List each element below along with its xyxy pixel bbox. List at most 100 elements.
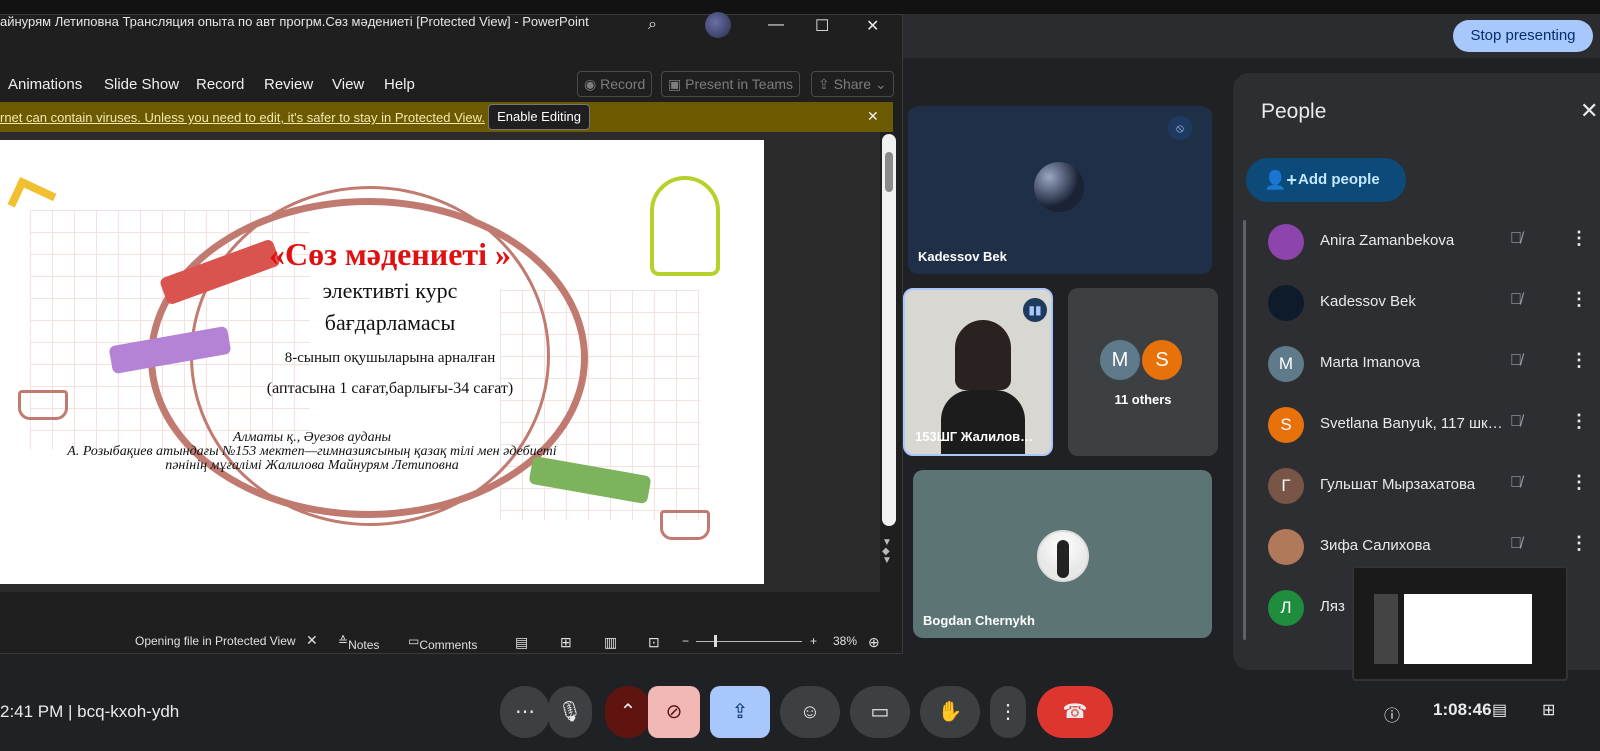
mic-button[interactable]: 🎙 (548, 686, 592, 738)
more-options-icon[interactable]: ⋮ (1570, 228, 1588, 249)
mini-sidebar (1374, 594, 1398, 664)
avatar-s: S (1142, 340, 1182, 380)
share-button[interactable]: ⇪ Share ⌄ (811, 71, 894, 97)
os-top-bar (0, 0, 1600, 14)
zoom-out-icon[interactable]: − (682, 634, 689, 648)
normal-view-icon[interactable]: ▤ (515, 634, 528, 651)
people-title: People (1261, 100, 1327, 123)
more-options-icon[interactable]: ⋮ (1570, 472, 1588, 493)
tile-bogdan[interactable]: Bogdan Chernykh (913, 470, 1212, 638)
avatar-m: M (1100, 340, 1140, 380)
more-options-icon[interactable]: ⋮ (1570, 411, 1588, 432)
others-label: 11 others (1114, 392, 1172, 407)
more-options-icon[interactable]: ⋮ (1570, 533, 1588, 554)
mic-muted-icon: 🎙̸ (1510, 535, 1522, 552)
people-scrollbar[interactable] (1243, 220, 1246, 640)
tile-name: Bogdan Chernykh (923, 613, 1035, 628)
participant-video (955, 320, 1011, 390)
close-icon[interactable]: ✕ (1580, 98, 1598, 124)
captions-button[interactable]: ▭ (850, 686, 910, 738)
search-icon[interactable]: ⌕ (648, 16, 657, 34)
present-teams-button[interactable]: ▣ Present in Teams (661, 71, 801, 97)
slideshow-view-icon[interactable]: ⊡ (648, 634, 660, 651)
zoom-slider[interactable] (696, 641, 802, 642)
participant-body (941, 390, 1025, 454)
tile-kadessov[interactable]: ⦸ Kadessov Bek (908, 106, 1212, 274)
more-options-button[interactable]: ⋯ (500, 686, 550, 738)
zoom-in-icon[interactable]: + (810, 634, 817, 648)
scroll-thumb[interactable] (885, 152, 893, 192)
more-vert-button[interactable]: ⋮ (990, 686, 1026, 738)
speaking-icon: ▮▮ (1023, 298, 1047, 322)
tile-shg[interactable]: ▮▮ 153ШГ Жалилов… (903, 288, 1053, 456)
slide: «Сөз мәдениеті » элективті курс бағдарла… (0, 140, 764, 584)
more-options-icon[interactable]: ⋮ (1570, 350, 1588, 371)
self-preview-thumbnail[interactable] (1352, 566, 1568, 681)
record-button[interactable]: ◉ Record (577, 71, 653, 97)
participant-name: Гульшат Мырзахатова (1320, 476, 1476, 493)
user-avatar[interactable] (705, 12, 731, 38)
add-people-button[interactable]: 👤+ Add people (1246, 158, 1406, 202)
participant-row[interactable]: Зифа Салихова 🎙̸ ⋮ (1268, 527, 1598, 567)
meeting-clock: 1:08:46 (1433, 700, 1492, 719)
enable-editing-button[interactable]: Enable Editing (488, 104, 590, 130)
add-person-icon: 👤+ (1264, 170, 1297, 190)
protected-warning-text[interactable]: rnet can contain viruses. Unless you nee… (0, 110, 485, 125)
avatar: Л (1268, 590, 1304, 626)
menu-view[interactable]: View (332, 76, 364, 93)
tile-others[interactable]: M S 11 others (1068, 288, 1218, 456)
camera-options-button[interactable]: ⌃ (605, 686, 651, 738)
stop-presenting-button[interactable]: Stop presenting (1453, 20, 1593, 52)
menu-record[interactable]: Record (196, 76, 244, 93)
present-button[interactable]: ⇪ (710, 686, 770, 738)
meeting-time-code: 2:41 PM | bcq-kxoh-ydh (0, 702, 180, 721)
menu-help[interactable]: Help (384, 76, 415, 93)
status-bar: Opening file in Protected View ✕ ≙ Notes… (0, 630, 903, 654)
avatar: Г (1268, 468, 1304, 504)
participant-row[interactable]: Anira Zamanbekova 🎙̸ ⋮ (1268, 222, 1598, 262)
menu-slide-show[interactable]: Slide Show (104, 76, 179, 93)
close-window-icon[interactable]: ✕ (866, 16, 879, 36)
avatar: S (1268, 407, 1304, 443)
participant-row[interactable]: Kadessov Bek 🎙̸ ⋮ (1268, 283, 1598, 323)
zoom-level[interactable]: 38% (833, 634, 857, 648)
fit-slide-icon[interactable]: ⊕ (868, 634, 880, 651)
mic-muted-icon: 🎙̸ (1510, 352, 1522, 369)
avatar: M (1268, 346, 1304, 382)
notes-button[interactable]: ≙ Notes (338, 634, 379, 652)
slide-line3: 8-сынып оқушыларына арналған (284, 350, 496, 366)
chat-icon[interactable]: ▤ (1492, 700, 1507, 720)
more-options-icon[interactable]: ⋮ (1570, 289, 1588, 310)
participant-name: Svetlana Banyuk, 117 шк… (1320, 415, 1503, 432)
tile-name: 153ШГ Жалилов… (915, 429, 1034, 444)
comments-button[interactable]: ▭ Comments (408, 634, 477, 652)
mini-slide (1404, 594, 1532, 664)
menu-review[interactable]: Review (264, 76, 313, 93)
book-icon (660, 510, 710, 540)
participant-row[interactable]: S Svetlana Banyuk, 117 шк… 🎙̸ ⋮ (1268, 405, 1598, 445)
close-warning-icon[interactable]: ✕ (867, 108, 879, 125)
close-status-icon[interactable]: ✕ (306, 632, 318, 649)
leave-call-button[interactable]: ☎ (1037, 686, 1113, 738)
maximize-icon[interactable]: ☐ (815, 16, 829, 36)
zoom-thumb[interactable] (714, 635, 717, 647)
camera-off-button[interactable]: ⊘ (648, 686, 700, 738)
participant-row[interactable]: Г Гульшат Мырзахатова 🎙̸ ⋮ (1268, 466, 1598, 506)
avatar (1034, 162, 1084, 212)
participant-name: Marta Imanova (1320, 354, 1421, 371)
squiggle (650, 176, 720, 276)
activities-icon[interactable]: ⊞ (1542, 700, 1555, 720)
reading-view-icon[interactable]: ▥ (604, 634, 617, 651)
raise-hand-button[interactable]: ✋ (920, 686, 980, 738)
info-icon[interactable]: ⓘ (1384, 702, 1400, 726)
avatar (1268, 529, 1304, 565)
participant-row[interactable]: M Marta Imanova 🎙̸ ⋮ (1268, 344, 1598, 384)
scroll-arrows[interactable]: ▼ ◆ ▼ (882, 538, 892, 566)
vertical-scrollbar[interactable] (882, 134, 896, 526)
slide-sorter-icon[interactable]: ⊞ (560, 634, 572, 651)
menu-animations[interactable]: Animations (8, 76, 82, 93)
mic-muted-icon: 🎙̸ (1510, 413, 1522, 430)
minimize-icon[interactable]: — (768, 16, 784, 34)
emoji-button[interactable]: ☺ (780, 686, 840, 738)
status-opening: Opening file in Protected View (135, 634, 296, 648)
